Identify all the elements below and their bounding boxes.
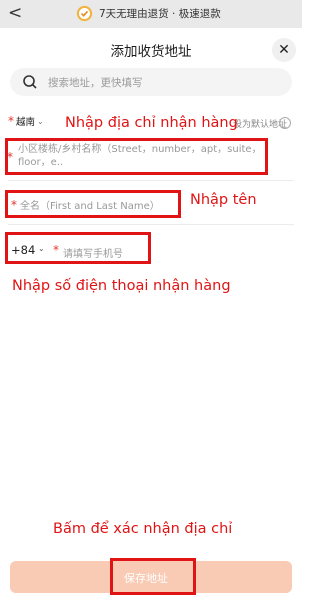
top-banner: < 7天无理由退货 · 极速退款 (0, 0, 302, 28)
search-icon (23, 75, 37, 89)
address-input[interactable]: 小区楼栋/乡村名称（Street，number，apt，suite，floor，… (18, 143, 263, 169)
close-button[interactable]: ✕ (272, 38, 296, 62)
name-input[interactable]: 全名（First and Last Name） (20, 197, 160, 212)
shield-check-icon (76, 5, 93, 22)
chevron-down-icon: ⌄ (37, 116, 44, 126)
country-selector[interactable]: * 越南 ⌄ (8, 114, 44, 128)
phone-country-code[interactable]: +84 (11, 243, 35, 257)
back-arrow-icon[interactable]: < (8, 3, 22, 23)
required-mark: * (8, 114, 14, 128)
search-input[interactable]: 搜索地址，更快填写 (10, 68, 292, 96)
search-placeholder: 搜索地址，更快填写 (48, 77, 143, 89)
required-mark: * (7, 150, 13, 164)
page-title: 添加收货地址 (110, 44, 192, 60)
return-guarantee-banner: 7天无理由退货 · 极速退款 (76, 5, 221, 22)
country-name: 越南 (16, 117, 36, 128)
divider (8, 224, 294, 225)
phone-input[interactable]: 请填写手机号 (63, 245, 123, 260)
required-mark: * (11, 198, 17, 212)
required-mark: * (53, 243, 59, 257)
save-button-label: 保存地址 (124, 572, 168, 585)
default-address-radio[interactable] (279, 117, 291, 129)
divider (8, 180, 294, 181)
annotation-confirm: Bấm để xác nhận địa chỉ (53, 521, 233, 537)
annotation-name: Nhập tên (190, 192, 257, 208)
annotation-address: Nhập địa chỉ nhận hàng (65, 115, 238, 131)
banner-text: 7天无理由退货 · 极速退款 (99, 8, 221, 20)
annotation-phone: Nhập số điện thoại nhận hàng (12, 278, 231, 294)
chevron-down-icon: ⌄ (38, 244, 45, 253)
close-icon: ✕ (278, 42, 290, 58)
